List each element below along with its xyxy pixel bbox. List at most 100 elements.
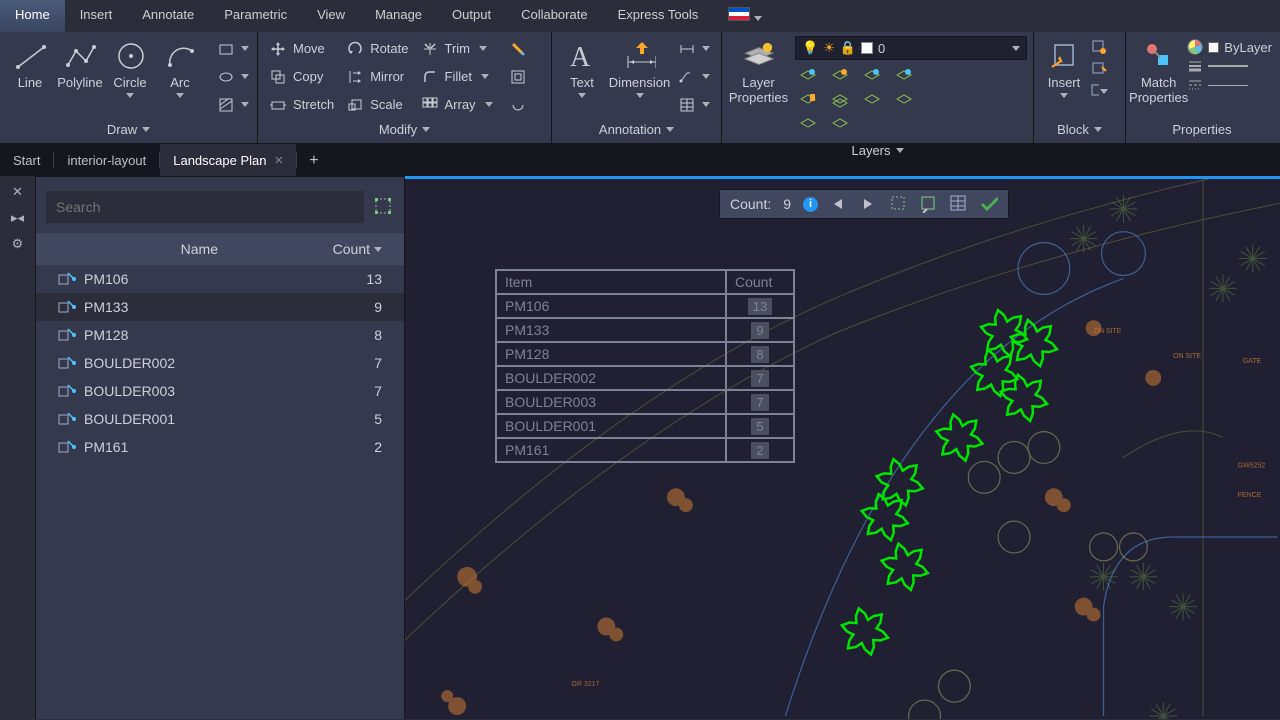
lineweight-selector[interactable] — [1187, 58, 1272, 74]
layer-properties-button[interactable]: Layer Properties — [728, 36, 789, 110]
linetype-selector[interactable] — [1187, 77, 1272, 93]
layer-dropdown[interactable]: 💡☀🔒 0 — [795, 36, 1027, 60]
confirm-icon[interactable] — [980, 195, 998, 213]
menu-tab-parametric[interactable]: Parametric — [209, 0, 302, 32]
annotation-tool-icon[interactable] — [673, 36, 715, 61]
block-icon — [58, 270, 76, 288]
modify-tool-icon[interactable] — [504, 92, 532, 117]
count-value: 9 — [783, 196, 791, 212]
layer-tool-icon[interactable] — [831, 68, 849, 86]
zoom-extents-icon[interactable] — [920, 195, 938, 213]
insert-block-button[interactable]: Insert — [1040, 36, 1088, 102]
panel-title-layers: Layers — [851, 143, 890, 158]
count-row[interactable]: PM1612 — [36, 433, 404, 461]
draw-tool-icon[interactable] — [212, 36, 254, 61]
count-table-body: PM10613PM1339PM1288BOULDER0027BOULDER003… — [36, 265, 404, 461]
draw-tool-icon[interactable] — [212, 92, 254, 117]
arc-button[interactable]: Arc — [156, 36, 204, 102]
col-name[interactable]: Name — [66, 241, 333, 257]
polyline-button[interactable]: Polyline — [56, 36, 104, 95]
fillet-button[interactable]: Fillet — [416, 64, 498, 89]
panel-title-draw: Draw — [107, 122, 137, 137]
modify-tool-icon[interactable] — [504, 64, 532, 89]
stretch-button[interactable]: Stretch — [264, 92, 339, 117]
count-row[interactable]: BOULDER0027 — [36, 349, 404, 377]
menu-tab-annotate[interactable]: Annotate — [127, 0, 209, 32]
layer-tool-icon[interactable] — [895, 68, 913, 86]
count-row[interactable]: BOULDER0037 — [36, 377, 404, 405]
mirror-button[interactable]: Mirror — [341, 64, 413, 89]
layer-tool-icon[interactable] — [831, 116, 849, 134]
block-tool-icon[interactable] — [1090, 82, 1108, 100]
menu-tab-insert[interactable]: Insert — [65, 0, 128, 32]
caret-icon[interactable] — [666, 127, 674, 132]
layer-tool-icon[interactable] — [799, 116, 817, 134]
panel-title-modify: Modify — [379, 122, 417, 137]
line-button[interactable]: Line — [6, 36, 54, 95]
rotate-button[interactable]: Rotate — [341, 36, 413, 61]
trim-button[interactable]: Trim — [416, 36, 498, 61]
file-tab[interactable]: Start — [0, 144, 53, 176]
caret-icon[interactable] — [1094, 127, 1102, 132]
count-row[interactable]: PM1339 — [36, 293, 404, 321]
block-tool-icon[interactable] — [1090, 38, 1108, 56]
close-tab-icon[interactable]: × — [274, 152, 283, 169]
block-tool-icon[interactable] — [1090, 60, 1108, 78]
menu-tab-home[interactable]: Home — [0, 0, 65, 32]
draw-tool-icon[interactable] — [212, 64, 254, 89]
array-button[interactable]: Array — [416, 92, 498, 117]
count-label: Count: — [730, 196, 771, 212]
annotation-tool-icon[interactable] — [673, 92, 715, 117]
dimension-button[interactable]: Dimension — [608, 36, 671, 102]
layer-tool-icon[interactable] — [863, 68, 881, 86]
panel-draw: LinePolylineCircleArc Draw — [0, 32, 258, 143]
close-panel-icon[interactable]: ✕ — [12, 184, 23, 200]
count-row[interactable]: BOULDER0015 — [36, 405, 404, 433]
add-tab-button[interactable]: + — [297, 144, 330, 176]
file-tab[interactable]: interior-layout — [54, 144, 159, 176]
menu-tab-collaborate[interactable]: Collaborate — [506, 0, 603, 32]
modify-tool-icon[interactable] — [504, 36, 532, 61]
svg-text:FENCE: FENCE — [1238, 492, 1262, 499]
select-all-icon[interactable] — [890, 195, 908, 213]
drawing-canvas[interactable]: ON SITE ON SITE GATE GW5252 FENCE GR 321… — [405, 176, 1280, 719]
annotation-tool-icon[interactable] — [673, 64, 715, 89]
next-icon[interactable] — [860, 195, 878, 213]
selection-icon[interactable] — [374, 197, 394, 217]
copy-button[interactable]: Copy — [264, 64, 339, 89]
layer-tool-icon[interactable] — [895, 92, 913, 110]
move-button[interactable]: Move — [264, 36, 339, 61]
gear-icon[interactable]: ⚙ — [12, 236, 24, 252]
layer-tools — [795, 63, 920, 139]
menu-tab-manage[interactable]: Manage — [360, 0, 437, 32]
caret-icon[interactable] — [142, 127, 150, 132]
match-properties-button[interactable]: Match Properties — [1132, 36, 1185, 110]
svg-text:GR 3217: GR 3217 — [572, 681, 600, 688]
prev-icon[interactable] — [830, 195, 848, 213]
circle-button[interactable]: Circle — [106, 36, 154, 102]
menu-tab-output[interactable]: Output — [437, 0, 506, 32]
layer-tool-icon[interactable] — [863, 92, 881, 110]
menu-bar: HomeInsertAnnotateParametricViewManageOu… — [0, 0, 1280, 32]
search-input[interactable] — [46, 191, 364, 223]
col-count[interactable]: Count — [333, 241, 382, 257]
svg-text:ON SITE: ON SITE — [1173, 353, 1201, 360]
count-row[interactable]: PM10613 — [36, 265, 404, 293]
scale-button[interactable]: Scale — [341, 92, 413, 117]
layer-tool-icon[interactable] — [799, 92, 817, 110]
caret-icon[interactable] — [896, 148, 904, 153]
caret-icon[interactable] — [422, 127, 430, 132]
layer-tool-icon[interactable] — [799, 68, 817, 86]
layer-tool-icon[interactable] — [831, 92, 849, 110]
menu-tab-express-tools[interactable]: Express Tools — [603, 0, 714, 32]
color-selector[interactable]: ByLayer — [1187, 39, 1272, 55]
file-tab[interactable]: Landscape Plan× — [160, 144, 296, 176]
count-row[interactable]: PM1288 — [36, 321, 404, 349]
menu-tab-view[interactable]: View — [302, 0, 360, 32]
info-icon[interactable]: i — [803, 197, 818, 212]
collapse-icon[interactable]: ▸◂ — [11, 210, 24, 226]
insert-table-icon[interactable] — [950, 195, 968, 213]
panel-layers: Layer Properties 💡☀🔒 0 — [722, 32, 1034, 143]
flag-dropdown[interactable] — [713, 0, 777, 32]
text-button[interactable]: AText — [558, 36, 606, 102]
